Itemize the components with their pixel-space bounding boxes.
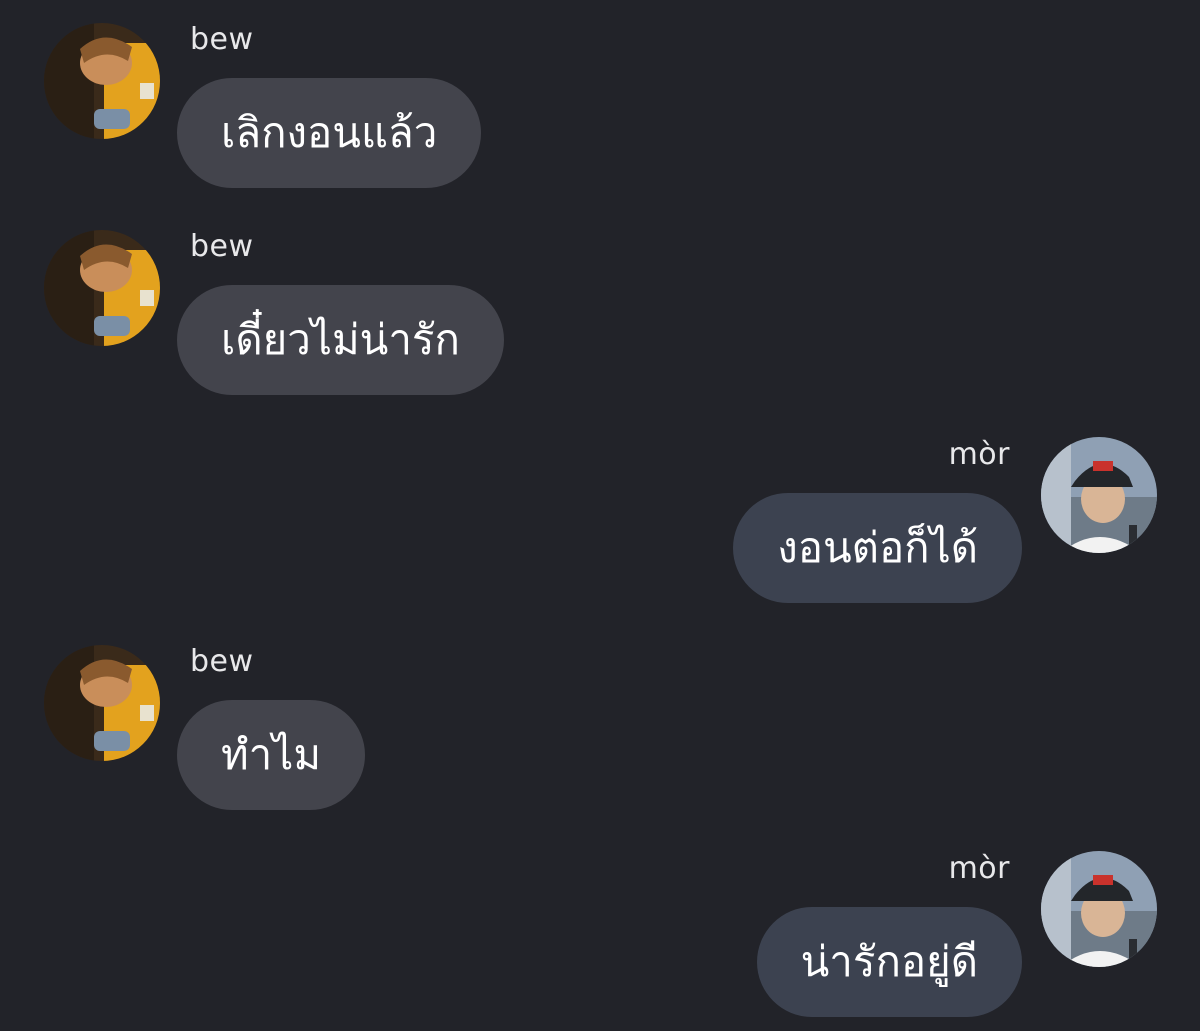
sender-name: mòr (948, 851, 1010, 886)
sender-name: bew (190, 22, 254, 57)
message-row: mòr งอนต่อก็ได้ (0, 423, 1200, 603)
sender-name: bew (190, 644, 254, 679)
outgoing-message-bubble[interactable]: งอนต่อก็ได้ (733, 493, 1022, 603)
message-row: bew เดี๋ยวไม่น่ารัก (0, 207, 1200, 395)
mor-avatar[interactable] (1041, 851, 1157, 967)
bew-avatar[interactable] (44, 645, 160, 761)
mor-avatar[interactable] (1041, 437, 1157, 553)
outgoing-message-bubble[interactable]: น่ารักอยู่ดี (756, 907, 1022, 1017)
bew-avatar[interactable] (44, 23, 160, 139)
message-row: bew ทำไม (0, 622, 1200, 810)
sender-name: bew (190, 229, 254, 264)
message-row: mòr น่ารักอยู่ดี (0, 837, 1200, 1017)
incoming-message-bubble[interactable]: เดี๋ยวไม่น่ารัก (177, 285, 504, 395)
incoming-message-bubble[interactable]: เลิกงอนแล้ว (177, 78, 482, 188)
sender-name: mòr (948, 437, 1010, 472)
incoming-message-bubble[interactable]: ทำไม (177, 700, 366, 810)
message-row: bew เลิกงอนแล้ว (0, 0, 1200, 188)
bew-avatar[interactable] (44, 230, 160, 346)
